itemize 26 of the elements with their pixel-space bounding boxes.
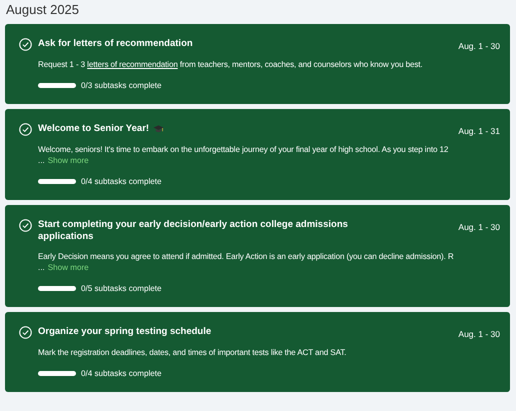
progress-label: 0/3 subtasks complete <box>81 81 162 90</box>
task-description: Request 1 - 3 letters of recommendation from teachers, mentors, coaches, and counselors who know you best. <box>38 59 424 70</box>
date-range: Aug. 1 - 30 <box>458 41 500 51</box>
date-range: Aug. 1 - 30 <box>458 222 500 232</box>
task-description: Mark the registration deadlines, dates, and times of important tests like the ACT and SAT. <box>38 347 348 358</box>
task-description: Welcome, seniors! It's time to embark on the unforgettable journey of your final year of high school. As you step into 12 <box>38 144 450 155</box>
date-range: Aug. 1 - 31 <box>458 126 500 136</box>
ellipsis: ... <box>38 155 45 166</box>
check-circle-icon[interactable] <box>19 219 32 232</box>
task-title: Welcome to Senior Year! <box>38 123 150 135</box>
ellipsis: ... <box>38 262 45 273</box>
task-description: Early Decision means you agree to attend if admitted. Early Action is an early application (you can decline admission). R <box>38 251 455 262</box>
show-more-link[interactable]: Show more <box>48 155 89 166</box>
show-more-link[interactable]: Show more <box>48 262 89 273</box>
task-title: Organize your spring testing schedule <box>38 326 212 338</box>
check-circle-icon[interactable] <box>19 123 32 136</box>
date-range: Aug. 1 - 30 <box>458 329 500 339</box>
progress-label: 0/4 subtasks complete <box>81 369 162 378</box>
task-title: Start completing your early decision/early action college admissions applications <box>38 219 349 243</box>
check-circle-icon[interactable] <box>19 38 32 51</box>
check-circle-icon[interactable] <box>19 326 32 339</box>
task-title: Ask for letters of recommendation <box>38 38 193 50</box>
month-heading: August 2025 <box>6 2 80 17</box>
progress-label: 0/4 subtasks complete <box>81 177 162 186</box>
recommendation-link[interactable]: letters of recommendation <box>87 60 178 69</box>
progress-label: 0/5 subtasks complete <box>81 284 162 293</box>
